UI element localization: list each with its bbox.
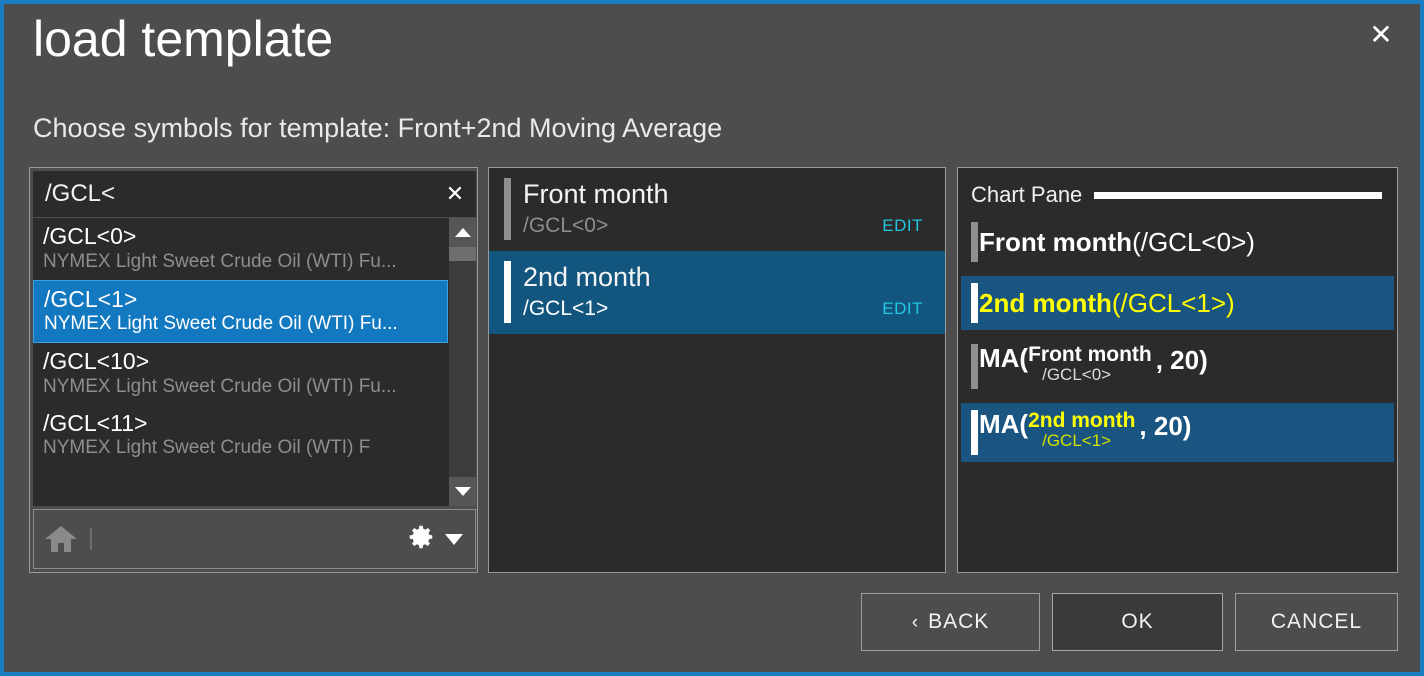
chart-pane-panel: Chart Pane Front month(/GCL<0>) 2nd mont… <box>957 167 1398 573</box>
symbol-lookup-toolbar <box>33 509 476 569</box>
list-item[interactable]: /GCL<10> NYMEX Light Sweet Crude Oil (WT… <box>33 343 448 405</box>
study-prefix: MA( <box>979 408 1029 439</box>
back-button-label: BACK <box>928 610 990 633</box>
gear-icon[interactable] <box>406 522 436 557</box>
plot-symbol: (/GCL<1>) <box>1111 287 1235 318</box>
result-description: NYMEX Light Sweet Crude Oil (WTI) Fu... <box>44 313 398 335</box>
clear-search-icon[interactable]: ✕ <box>434 181 476 207</box>
chart-pane-label: Chart Pane <box>971 182 1083 207</box>
plot-name: Front month <box>979 226 1133 257</box>
list-item[interactable]: MA( 2nd month /GCL<1> , 20) <box>961 402 1394 462</box>
study-operand-symbol: /GCL<1> <box>1042 430 1112 450</box>
study-label: MA( 2nd month /GCL<1> , 20) <box>979 409 1191 456</box>
study-suffix: , 20) <box>1139 410 1192 441</box>
row-accent-bar <box>971 344 978 389</box>
chevron-down-icon[interactable] <box>445 533 463 545</box>
plot-label: 2nd month(/GCL<1>) <box>979 287 1235 318</box>
result-symbol: /GCL<0> <box>43 223 137 249</box>
cancel-button[interactable]: CANCEL <box>1235 593 1398 651</box>
symbol-ticker: /GCL<1> <box>523 297 609 321</box>
triangle-up-icon[interactable] <box>449 218 476 247</box>
symbol-lookup-panel: /GCL< ✕ /GCL<0> NYMEX Light Sweet Crude … <box>29 167 478 573</box>
close-icon[interactable]: ✕ <box>1364 18 1398 52</box>
symbol-subrow: /GCL<0> EDIT <box>523 214 945 238</box>
symbol-results-list: /GCL<0> NYMEX Light Sweet Crude Oil (WTI… <box>33 218 448 466</box>
row-accent-bar <box>971 409 978 455</box>
list-item[interactable]: /GCL<0> NYMEX Light Sweet Crude Oil (WTI… <box>33 218 448 280</box>
back-button[interactable]: ‹ BACK <box>861 593 1040 651</box>
dialog-subtitle: Choose symbols for template: Front+2nd M… <box>33 113 723 143</box>
symbol-ticker: /GCL<0> <box>523 214 609 238</box>
page-title: load template <box>33 11 334 67</box>
row-accent-bar <box>504 261 511 323</box>
result-symbol: /GCL<1> <box>44 285 138 312</box>
list-item[interactable]: /GCL<11> NYMEX Light Sweet Crude Oil (WT… <box>33 405 448 467</box>
list-item[interactable]: Front month /GCL<0> EDIT <box>489 168 945 251</box>
study-suffix: , 20) <box>1155 345 1208 375</box>
settings-menu[interactable] <box>406 522 463 557</box>
symbol-name: 2nd month <box>523 262 651 292</box>
chevron-left-icon: ‹ <box>911 611 920 633</box>
list-item[interactable]: Front month(/GCL<0>) <box>961 215 1394 269</box>
load-template-dialog: load template Choose symbols for templat… <box>4 4 1420 672</box>
result-description: NYMEX Light Sweet Crude Oil (WTI) Fu... <box>43 250 397 272</box>
study-operand: 2nd month /GCL<1> <box>1028 408 1136 450</box>
scrollbar-thumb[interactable] <box>449 247 476 261</box>
template-symbols-panel: Front month /GCL<0> EDIT 2nd month /GCL<… <box>488 167 946 573</box>
home-icon[interactable] <box>44 524 78 554</box>
study-operand-name: 2nd month <box>1028 408 1136 432</box>
symbol-subrow: /GCL<1> EDIT <box>523 297 945 321</box>
chart-pane-header: Chart Pane <box>958 168 1397 208</box>
row-accent-bar <box>971 222 978 262</box>
list-item[interactable]: 2nd month /GCL<1> EDIT <box>489 251 945 334</box>
study-operand-symbol: /GCL<0> <box>1042 365 1112 385</box>
edit-link[interactable]: EDIT <box>882 299 923 319</box>
triangle-down-icon[interactable] <box>449 477 476 506</box>
dropdown-scrollbar[interactable] <box>449 218 476 506</box>
plot-label: Front month(/GCL<0>) <box>979 226 1255 257</box>
result-description: NYMEX Light Sweet Crude Oil (WTI) Fu... <box>43 375 397 397</box>
symbol-results-dropdown: /GCL<0> NYMEX Light Sweet Crude Oil (WTI… <box>33 218 476 506</box>
ok-button[interactable]: OK <box>1052 593 1223 651</box>
study-operand-name: Front month <box>1028 343 1152 366</box>
header-divider <box>1094 191 1382 199</box>
toolbar-divider <box>90 528 92 550</box>
row-accent-bar <box>971 283 978 323</box>
study-prefix: MA( <box>979 343 1029 373</box>
study-operand: Front month /GCL<0> <box>1028 343 1152 385</box>
study-label: MA( Front month /GCL<0> , 20) <box>979 343 1208 390</box>
list-item[interactable]: /GCL<1> NYMEX Light Sweet Crude Oil (WTI… <box>33 279 448 343</box>
search-input[interactable]: /GCL< <box>33 180 434 208</box>
result-symbol: /GCL<10> <box>43 348 150 374</box>
list-item[interactable]: MA( Front month /GCL<0> , 20) <box>961 337 1394 396</box>
symbol-name: Front month <box>523 179 669 209</box>
plot-name: 2nd month <box>979 287 1112 318</box>
symbol-search-field[interactable]: /GCL< ✕ <box>33 171 476 217</box>
row-accent-bar <box>504 178 511 240</box>
list-item[interactable]: 2nd month(/GCL<1>) <box>961 276 1394 330</box>
edit-link[interactable]: EDIT <box>882 216 923 236</box>
plot-symbol: (/GCL<0>) <box>1132 226 1255 257</box>
result-description: NYMEX Light Sweet Crude Oil (WTI) F <box>43 437 371 459</box>
result-symbol: /GCL<11> <box>43 409 148 436</box>
